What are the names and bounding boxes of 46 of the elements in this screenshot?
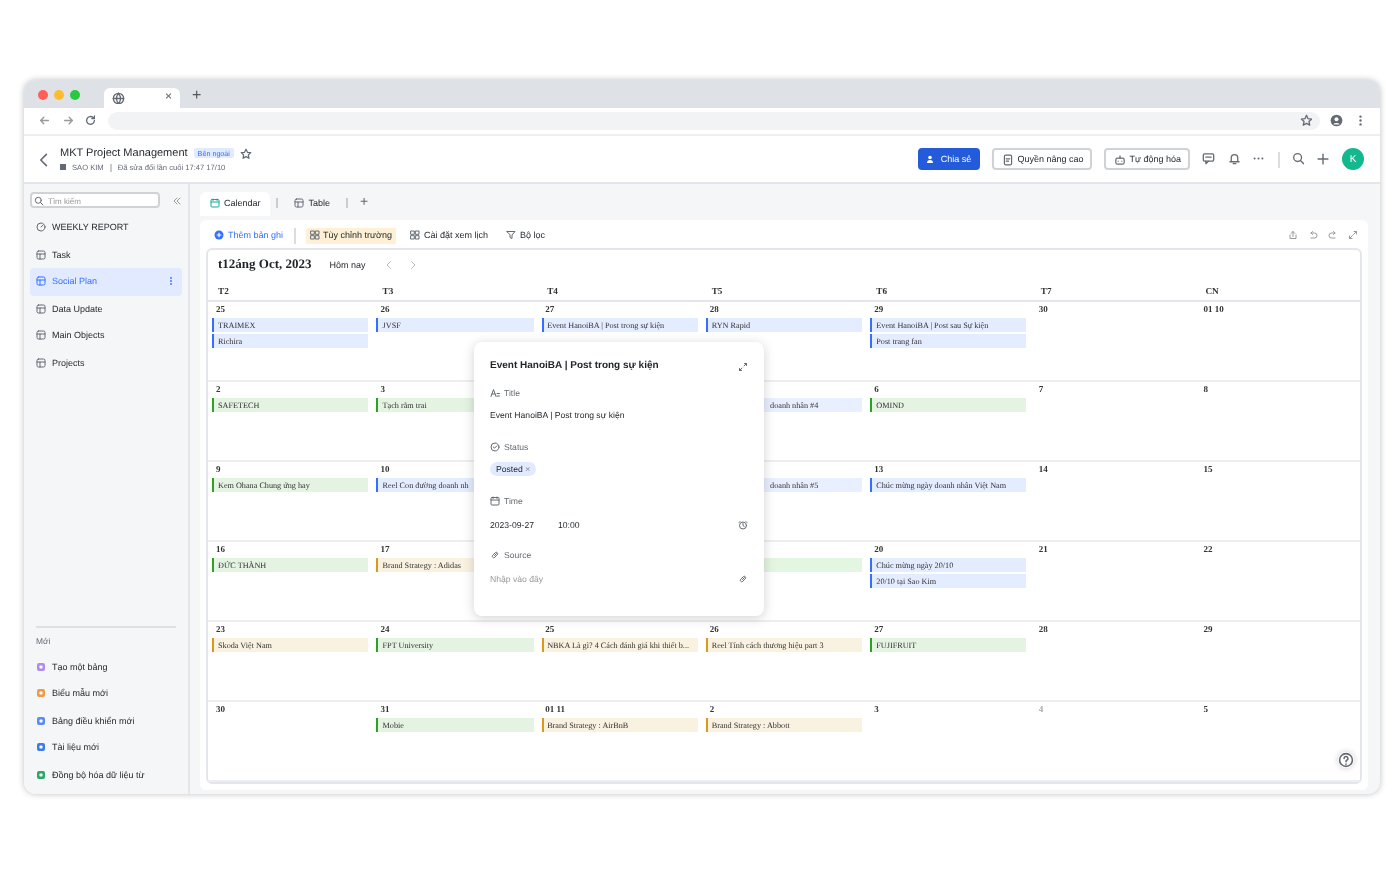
- table-icon: [36, 303, 46, 314]
- status-icon: [490, 441, 500, 452]
- grid-icon: [309, 230, 320, 240]
- chat-icon[interactable]: [1202, 152, 1215, 166]
- search-icon[interactable]: [1291, 152, 1304, 166]
- menu-icon[interactable]: [1353, 114, 1366, 128]
- collapse-icon[interactable]: [172, 195, 182, 205]
- text-field-icon: [490, 387, 500, 398]
- table-icon: [294, 198, 305, 208]
- new-tab-button[interactable]: +: [192, 85, 202, 103]
- calendar-icon: [210, 198, 220, 208]
- search-icon: [34, 195, 44, 205]
- add-icon: [214, 230, 224, 240]
- forward-icon[interactable]: [61, 114, 74, 128]
- previous-icon[interactable]: [383, 260, 394, 270]
- alarm-icon[interactable]: [738, 519, 748, 530]
- reload-icon[interactable]: [84, 114, 97, 128]
- undo-icon[interactable]: [1308, 230, 1318, 240]
- star-icon[interactable]: [239, 147, 252, 159]
- back-icon[interactable]: [36, 151, 52, 167]
- star-icon[interactable]: [1299, 114, 1312, 128]
- expand-icon[interactable]: [1348, 230, 1358, 240]
- more-icon[interactable]: [1252, 152, 1265, 166]
- link-icon: [490, 550, 500, 561]
- expand-icon[interactable]: [738, 361, 748, 371]
- users-icon: [926, 154, 937, 164]
- share-icon[interactable]: [1288, 230, 1298, 240]
- robot-icon: [1113, 153, 1126, 165]
- table-icon: [36, 276, 46, 287]
- grid-icon: [410, 230, 421, 240]
- redo-icon[interactable]: [1328, 230, 1338, 240]
- table-icon: [36, 357, 46, 368]
- calendar-icon: [490, 496, 500, 507]
- next-icon[interactable]: [407, 260, 418, 270]
- table-icon: [36, 330, 46, 341]
- table-icon: [36, 249, 46, 260]
- plus-icon[interactable]: [1316, 152, 1330, 166]
- help-icon[interactable]: [1338, 752, 1354, 768]
- dashboard-icon: [36, 222, 46, 233]
- back-icon[interactable]: [38, 114, 51, 128]
- filter-icon: [506, 230, 517, 240]
- document-icon: [1001, 153, 1014, 165]
- globe-icon: [112, 91, 125, 105]
- bell-icon[interactable]: [1227, 152, 1240, 166]
- profile-icon[interactable]: [1330, 114, 1343, 128]
- link-icon[interactable]: [738, 573, 748, 584]
